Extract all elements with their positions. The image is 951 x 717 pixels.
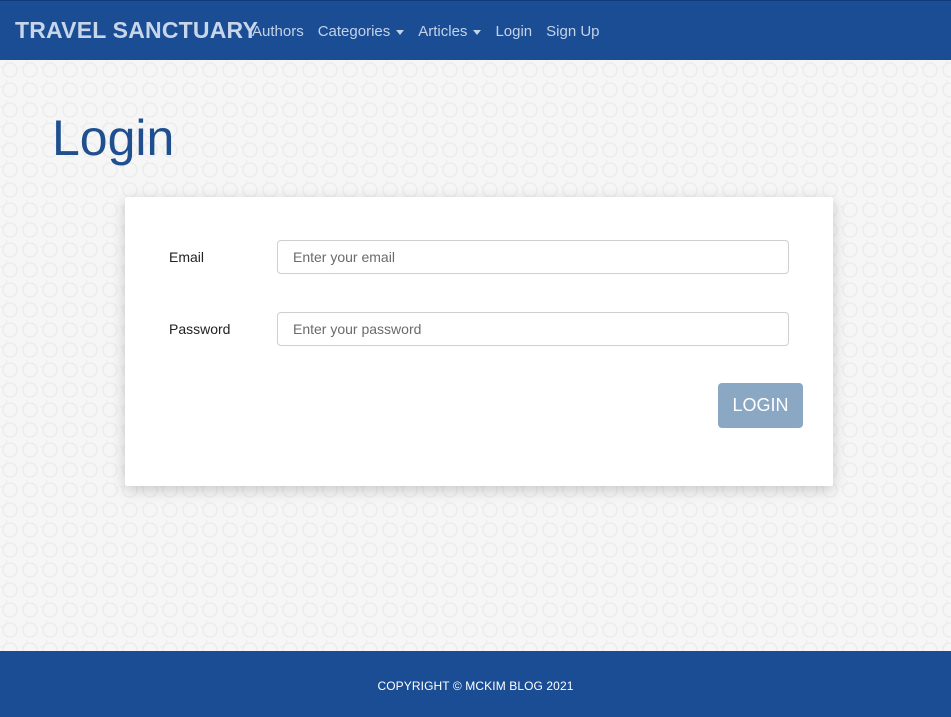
page-title: Login [52,110,175,166]
login-button[interactable]: LOGIN [718,383,803,428]
nav-item-signup-label: Sign Up [546,23,600,40]
nav-item-signup[interactable]: Sign Up [546,23,599,40]
footer: COPYRIGHT © MCKIM BLOG 2021 [0,651,951,717]
nav-item-articles-label: Articles [418,23,468,40]
email-label: Email [169,249,205,265]
caret-down-icon [396,29,405,35]
top-navbar: TRAVEL SANCTUARY Authors Categories Arti… [0,0,951,60]
password-input[interactable] [277,312,789,346]
nav-item-authors[interactable]: Authors [252,23,304,40]
brand-link[interactable]: TRAVEL SANCTUARY [15,17,258,44]
caret-down-icon [473,29,482,35]
password-label: Password [169,321,231,337]
nav-links: Authors Categories Articles Login Sign U… [252,23,614,40]
copyright-text: COPYRIGHT © MCKIM BLOG 2021 [377,679,574,693]
nav-item-authors-label: Authors [252,23,304,40]
nav-item-categories-label: Categories [317,23,391,40]
login-card: Email Password LOGIN [125,197,833,486]
nav-item-login[interactable]: Login [495,23,532,40]
nav-item-categories[interactable]: Categories [318,23,405,40]
nav-item-articles[interactable]: Articles [418,23,482,40]
email-input[interactable] [277,240,789,274]
nav-item-login-label: Login [495,23,533,40]
